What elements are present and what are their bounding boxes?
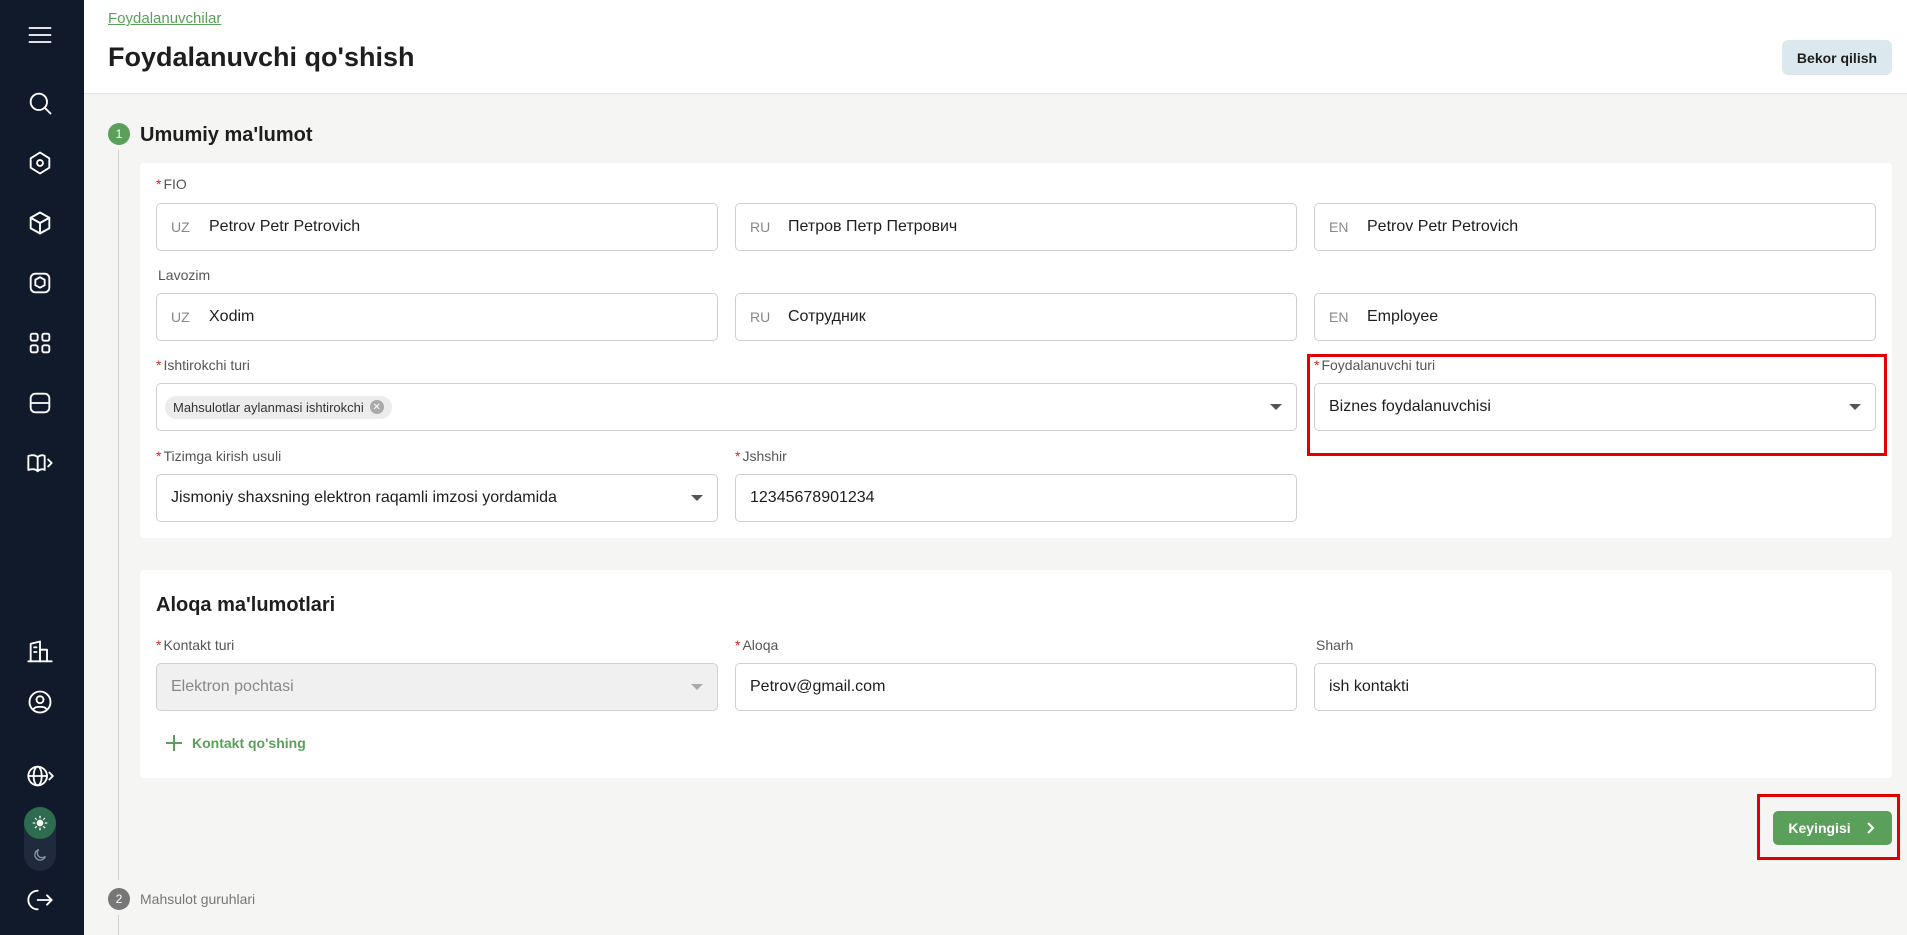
step-number-2: 2: [108, 888, 130, 910]
fio-en-input[interactable]: EN Petrov Petr Petrovich: [1314, 203, 1876, 251]
box-icon[interactable]: [22, 265, 58, 301]
jshshir-label: * Jshshir: [735, 448, 787, 464]
theme-toggle[interactable]: [24, 807, 56, 871]
highlight-user-type: [1307, 354, 1887, 456]
page-title: Foydalanuvchi qo'shish: [108, 42, 415, 72]
book-icon[interactable]: [22, 445, 58, 481]
participant-type-label: * Ishtirokchi turi: [156, 357, 250, 373]
logout-icon[interactable]: [22, 882, 58, 918]
scan-icon[interactable]: [22, 325, 58, 361]
step-connector: [118, 150, 119, 880]
highlight-next-button: [1757, 794, 1900, 860]
contacts-title: Aloqa ma'lumotlari: [156, 594, 336, 616]
globe-icon[interactable]: [22, 758, 58, 794]
storage-icon[interactable]: [22, 385, 58, 421]
chevron-down-icon: [1270, 404, 1282, 410]
step-number-1: 1: [108, 123, 130, 145]
sun-icon[interactable]: [24, 807, 56, 839]
moon-icon[interactable]: [24, 839, 56, 871]
add-contact-label: Kontakt qo'shing: [192, 735, 306, 751]
contact-type-label: * Kontakt turi: [156, 637, 235, 653]
general-info-card: * FIO UZ Petrov Petr Petrovich RU Петров Пе…: [140, 163, 1892, 538]
cancel-button[interactable]: Bekor qilish: [1782, 40, 1892, 75]
contacts-card: Aloqa ma'lumotlari * Kontakt turi Elektro…: [140, 570, 1892, 778]
user-circle-icon[interactable]: [22, 684, 58, 720]
comment-label: Sharh: [1316, 637, 1354, 653]
plus-icon: [166, 735, 182, 751]
fio-uz-input[interactable]: UZ Petrov Petr Petrovich: [156, 203, 718, 251]
jshshir-input[interactable]: 12345678901234: [735, 474, 1297, 522]
position-ru-input[interactable]: RU Сотрудник: [735, 293, 1297, 341]
step-title-product-groups: Mahsulot guruhlari: [140, 891, 256, 907]
position-label: Lavozim: [158, 267, 211, 283]
search-icon[interactable]: [22, 85, 58, 121]
step-title-general: Umumiy ma'lumot: [140, 124, 313, 146]
login-method-select[interactable]: Jismoniy shaxsning elektron raqamli imzo…: [156, 474, 718, 522]
participant-type-chip: Mahsulotlar aylanmasi ishtirokchi ✕: [165, 395, 392, 419]
building-icon[interactable]: [22, 634, 58, 670]
chevron-down-icon: [691, 684, 703, 690]
breadcrumb[interactable]: Foydalanuvchilar: [108, 10, 221, 27]
contact-input[interactable]: Petrov@gmail.com: [735, 663, 1297, 711]
comment-input[interactable]: ish kontakti: [1314, 663, 1876, 711]
login-method-label: * Tizimga kirish usuli: [156, 448, 282, 464]
chip-remove-icon[interactable]: ✕: [369, 400, 384, 414]
contact-type-select[interactable]: Elektron pochtasi: [156, 663, 718, 711]
sidebar: [0, 0, 84, 935]
fio-ru-input[interactable]: RU Петров Петр Петрович: [735, 203, 1297, 251]
chevron-down-icon: [691, 495, 703, 501]
page-header: Foydalanuvchilar Foydalanuvchi qo'shish …: [84, 0, 1907, 94]
contact-label: * Aloqa: [735, 637, 779, 653]
fio-label: * FIO: [156, 176, 187, 192]
step-connector: [118, 915, 119, 935]
home-icon[interactable]: [22, 145, 58, 181]
add-contact-button[interactable]: Kontakt qo'shing: [164, 733, 306, 753]
position-en-input[interactable]: EN Employee: [1314, 293, 1876, 341]
participant-type-select[interactable]: Mahsulotlar aylanmasi ishtirokchi ✕: [156, 383, 1297, 431]
position-uz-input[interactable]: UZ Xodim: [156, 293, 718, 341]
menu-icon[interactable]: [22, 17, 58, 53]
cube-icon[interactable]: [22, 205, 58, 241]
